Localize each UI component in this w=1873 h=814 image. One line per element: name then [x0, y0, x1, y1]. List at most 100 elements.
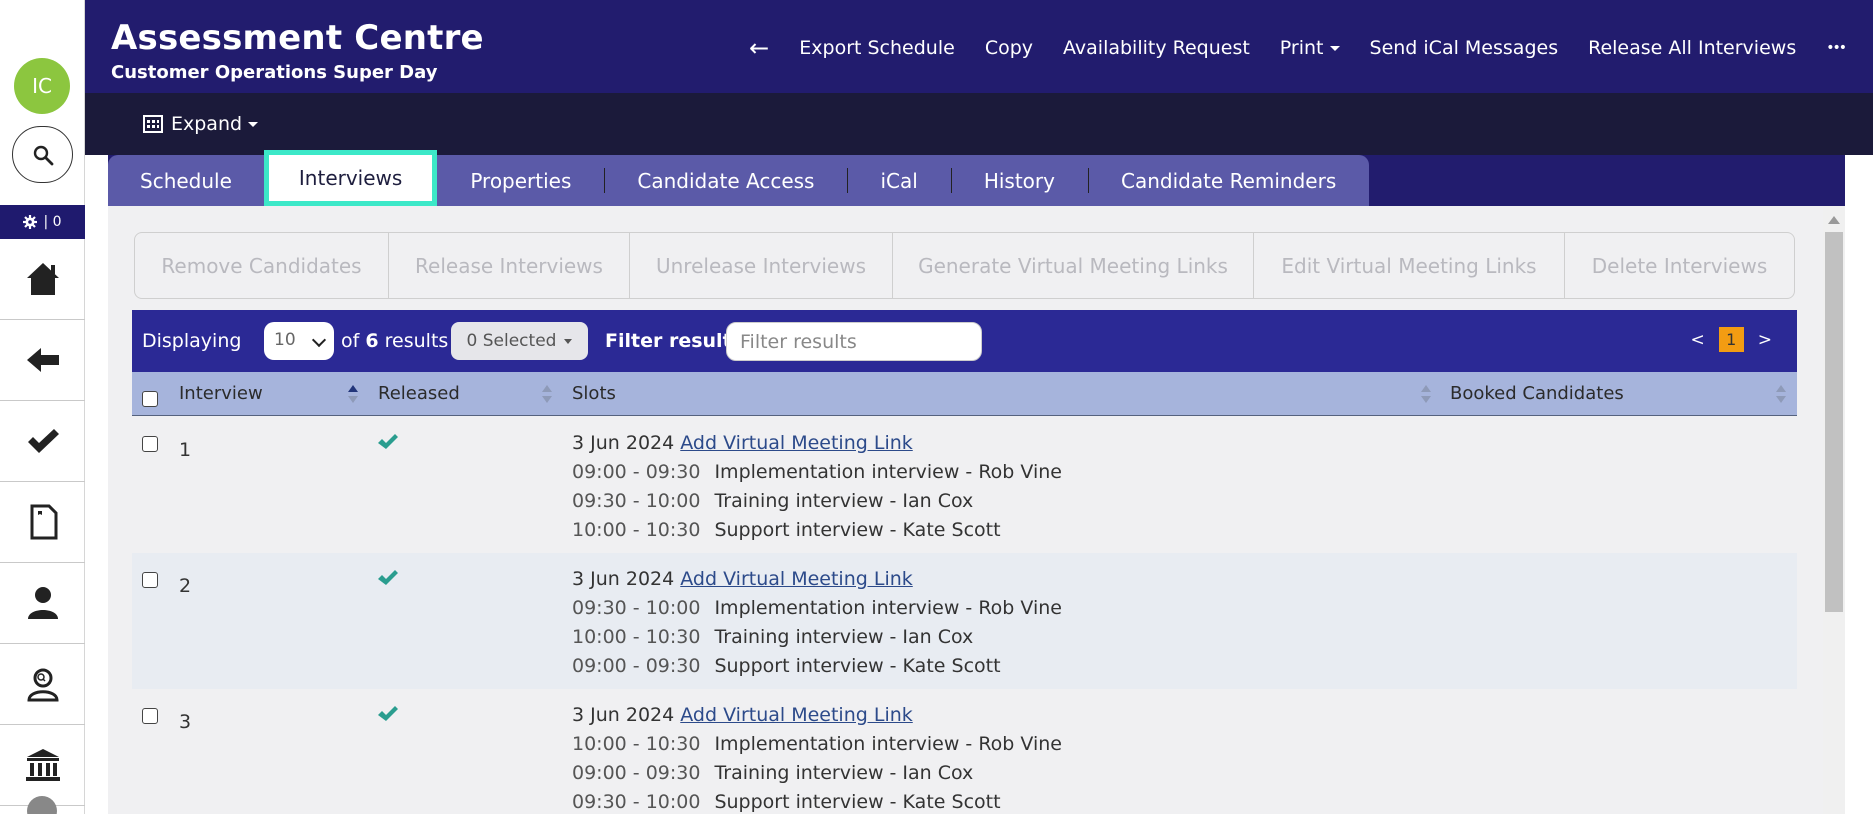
back-arrow-icon [26, 348, 59, 372]
sidebar-item-documents[interactable] [0, 482, 85, 563]
remove-candidates-button[interactable]: Remove Candidates [135, 233, 389, 298]
institution-icon [25, 749, 60, 781]
slot-line: 10:00 - 10:30 Support interview - Kate Sc… [572, 519, 1001, 541]
table-toolbar: Displaying 10 of 6 results 0 Selected Fi… [132, 310, 1797, 372]
slot-line: 09:30 - 10:00 Implementation interview - … [572, 597, 1062, 619]
interview-number: 2 [179, 575, 192, 597]
released-check-icon [378, 434, 398, 449]
displaying-label: Displaying [142, 330, 242, 352]
settings-count: | 0 [43, 214, 62, 230]
next-page-button[interactable]: > [1758, 330, 1772, 350]
add-virtual-meeting-link[interactable]: Add Virtual Meeting Link [680, 568, 913, 590]
sub-toolbar: Expand [85, 93, 1873, 155]
checkmark-icon [27, 429, 59, 453]
table-row[interactable]: 1 3 Jun 2024 Add Virtual Meeting Link 09… [132, 417, 1797, 553]
column-header-released[interactable]: Released [378, 383, 460, 404]
calendar-grid-icon [143, 115, 163, 133]
release-all-interviews-button[interactable]: Release All Interviews [1588, 37, 1796, 59]
released-check-icon [378, 706, 398, 721]
availability-request-button[interactable]: Availability Request [1063, 37, 1250, 59]
slot-line: 09:00 - 09:30 Training interview - Ian Co… [572, 762, 974, 784]
slot-line: 10:00 - 10:30 Training interview - Ian Co… [572, 626, 974, 648]
user-search-icon [26, 668, 59, 702]
unrelease-interviews-button[interactable]: Unrelease Interviews [630, 233, 893, 298]
slot-date: 3 Jun 2024 [572, 704, 675, 726]
add-virtual-meeting-link[interactable]: Add Virtual Meeting Link [680, 432, 913, 454]
page-header: Assessment Centre Customer Operations Su… [85, 0, 1873, 93]
expand-label: Expand [171, 113, 258, 135]
slot-line: 09:30 - 10:00 Training interview - Ian Co… [572, 490, 974, 512]
settings-indicator[interactable]: | 0 [0, 205, 85, 239]
page-title: Assessment Centre [111, 18, 484, 58]
filter-input[interactable]: Filter results [726, 322, 982, 361]
scrollbar-thumb[interactable] [1825, 232, 1843, 612]
interview-number: 1 [179, 439, 192, 461]
sidebar-item-back[interactable] [0, 320, 85, 401]
header-actions: ← Export Schedule Copy Availability Requ… [749, 34, 1847, 62]
tab-properties[interactable]: Properties [437, 155, 604, 206]
tab-candidate-reminders[interactable]: Candidate Reminders [1087, 155, 1369, 206]
column-header-booked-candidates[interactable]: Booked Candidates [1450, 383, 1624, 404]
prev-page-button[interactable]: < [1691, 330, 1705, 350]
table-row[interactable]: 3 3 Jun 2024 Add Virtual Meeting Link 10… [132, 689, 1797, 814]
tab-candidate-access[interactable]: Candidate Access [604, 155, 847, 206]
sidebar-item-institution[interactable] [0, 725, 85, 806]
slot-line: 09:00 - 09:30 Implementation interview - … [572, 461, 1062, 483]
slot-line: 10:00 - 10:30 Implementation interview - … [572, 733, 1062, 755]
expand-dropdown[interactable]: Expand [143, 113, 258, 135]
row-checkbox[interactable] [142, 436, 158, 452]
search-button[interactable] [12, 126, 73, 183]
selected-dropdown[interactable]: 0 Selected [451, 322, 588, 360]
table-header: Interview Released Slots Booked Candidat… [132, 372, 1797, 416]
user-icon [27, 587, 58, 619]
gear-icon [23, 215, 38, 229]
sort-icon[interactable] [542, 385, 552, 405]
slots-cell: 3 Jun 2024 Add Virtual Meeting Link 09:3… [572, 565, 1062, 681]
select-all-checkbox[interactable] [142, 391, 158, 407]
tab-interviews[interactable]: Interviews [263, 150, 438, 206]
tab-ical[interactable]: iCal [847, 155, 950, 206]
sidebar-item-users[interactable] [0, 563, 85, 644]
print-dropdown[interactable]: Print [1280, 37, 1340, 59]
released-check-icon [378, 570, 398, 585]
tab-schedule[interactable]: Schedule [108, 155, 264, 206]
home-icon [26, 263, 59, 295]
interview-number: 3 [179, 711, 192, 733]
tab-history[interactable]: History [950, 155, 1088, 206]
delete-interviews-button[interactable]: Delete Interviews [1565, 233, 1794, 298]
export-schedule-button[interactable]: Export Schedule [799, 37, 955, 59]
bulk-action-buttons: Remove Candidates Release Interviews Unr… [134, 232, 1795, 299]
slot-date: 3 Jun 2024 [572, 432, 675, 454]
back-arrow-icon[interactable]: ← [749, 34, 769, 62]
add-virtual-meeting-link[interactable]: Add Virtual Meeting Link [680, 704, 913, 726]
generate-virtual-meeting-links-button[interactable]: Generate Virtual Meeting Links [893, 233, 1254, 298]
column-header-interview[interactable]: Interview [179, 383, 263, 404]
sidebar-item-user-search[interactable] [0, 644, 85, 725]
left-sidebar: IC | 0 [0, 0, 85, 814]
sort-icon[interactable] [348, 385, 358, 405]
sort-icon[interactable] [1421, 385, 1431, 405]
release-interviews-button[interactable]: Release Interviews [389, 233, 630, 298]
sidebar-item-tasks[interactable] [0, 401, 85, 482]
table-row[interactable]: 2 3 Jun 2024 Add Virtual Meeting Link 09… [132, 553, 1797, 689]
edit-virtual-meeting-links-button[interactable]: Edit Virtual Meeting Links [1254, 233, 1565, 298]
slots-cell: 3 Jun 2024 Add Virtual Meeting Link 09:0… [572, 429, 1062, 545]
scroll-up-icon[interactable] [1828, 216, 1840, 224]
column-header-slots[interactable]: Slots [572, 383, 616, 404]
page-size-select[interactable]: 10 [264, 322, 334, 360]
search-icon [33, 145, 53, 165]
avatar[interactable]: IC [14, 58, 70, 114]
tab-bar: Schedule Interviews Properties Candidate… [108, 150, 1370, 206]
sort-icon[interactable] [1776, 385, 1786, 405]
more-options-icon[interactable]: ••• [1826, 40, 1847, 56]
slot-line: 09:00 - 09:30 Support interview - Kate Sc… [572, 655, 1001, 677]
row-checkbox[interactable] [142, 708, 158, 724]
current-page[interactable]: 1 [1718, 327, 1744, 352]
copy-button[interactable]: Copy [985, 37, 1033, 59]
result-count-text: of 6 results [341, 330, 449, 352]
slot-date: 3 Jun 2024 [572, 568, 675, 590]
sidebar-item-home[interactable] [0, 239, 85, 320]
vertical-scrollbar[interactable] [1823, 206, 1845, 814]
send-ical-messages-button[interactable]: Send iCal Messages [1370, 37, 1559, 59]
row-checkbox[interactable] [142, 572, 158, 588]
